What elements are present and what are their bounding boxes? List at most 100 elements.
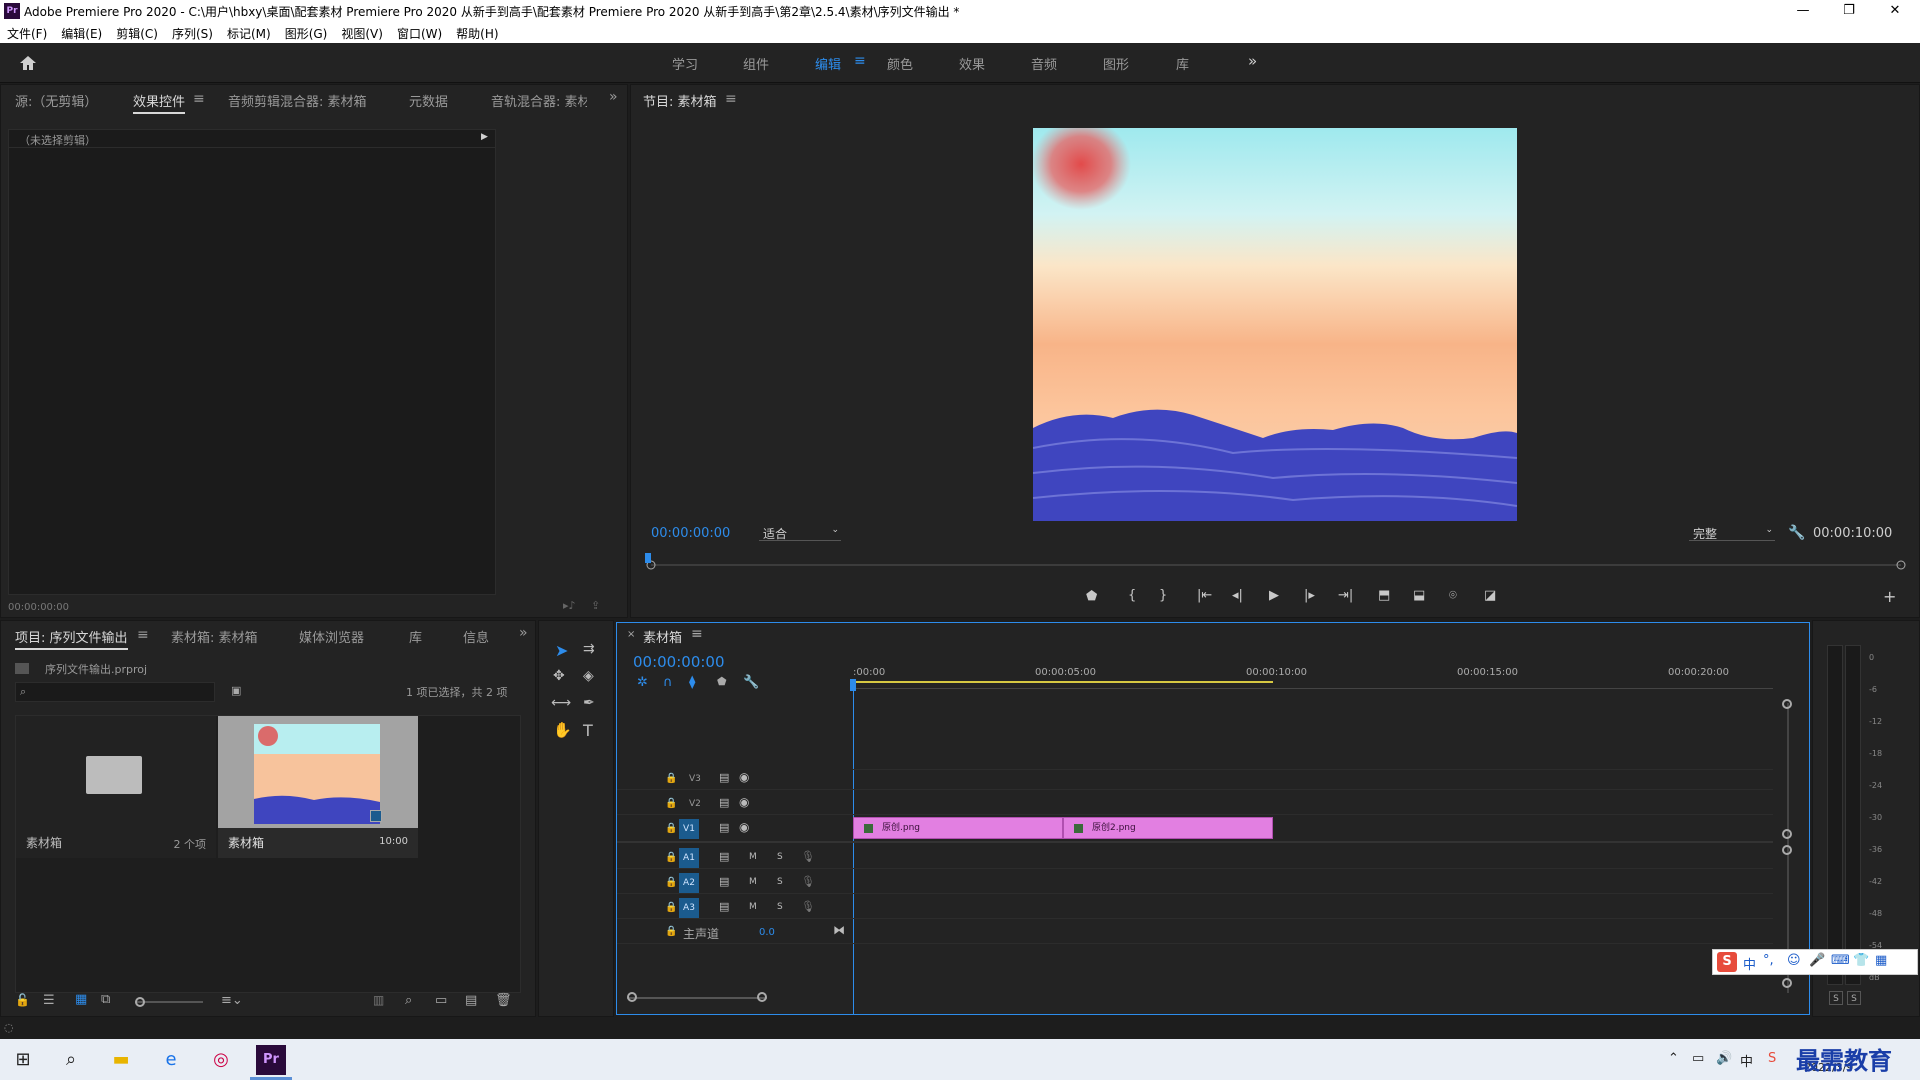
type-tool-icon[interactable]: T xyxy=(583,721,593,740)
workspace-libraries[interactable]: 库 xyxy=(1176,54,1189,73)
horizontal-scrollbar[interactable] xyxy=(627,997,767,999)
home-icon[interactable] xyxy=(18,53,38,73)
scrollbar-handle[interactable] xyxy=(757,992,767,1002)
filter-icon[interactable]: ▸♪ xyxy=(563,599,576,612)
timeline-timecode[interactable]: 00:00:00:00 xyxy=(633,653,725,671)
ripple-edit-tool-icon[interactable]: ✥ xyxy=(553,668,565,684)
new-bin-icon[interactable]: ▭ xyxy=(435,993,447,1008)
lock-icon[interactable]: 🔒 xyxy=(665,902,677,913)
menu-marker[interactable]: 标记(M) xyxy=(220,22,278,45)
workspace-effects[interactable]: 效果 xyxy=(959,54,985,73)
new-bin-from-search-icon[interactable]: ▣ xyxy=(231,684,241,697)
lock-icon[interactable]: 🔒 xyxy=(665,798,677,809)
ime-toolbox-icon[interactable]: ▦ xyxy=(1875,953,1887,968)
add-button-icon[interactable]: + xyxy=(1883,587,1896,606)
workspace-color[interactable]: 颜色 xyxy=(887,54,913,73)
step-back-icon[interactable]: ◂| xyxy=(1232,588,1243,603)
more-panels-icon[interactable]: » xyxy=(519,625,528,641)
ime-keyboard-icon[interactable]: ⌨ xyxy=(1831,953,1850,968)
menu-graphics[interactable]: 图形(G) xyxy=(278,22,335,45)
add-marker-icon[interactable]: ⬟ xyxy=(1086,589,1097,604)
new-item-icon[interactable]: ▤ xyxy=(465,993,477,1008)
ime-skin-icon[interactable]: 👕 xyxy=(1853,953,1869,968)
search-icon[interactable]: ⌕ xyxy=(56,1045,86,1075)
go-to-out-icon[interactable]: ⇥| xyxy=(1338,588,1353,603)
pen-tool-icon[interactable]: ✒ xyxy=(583,695,595,711)
automate-icon[interactable]: ▥ xyxy=(373,993,384,1007)
tab-info[interactable]: 信息 xyxy=(463,627,489,646)
input-method-icon[interactable]: 中 xyxy=(1740,1051,1753,1070)
track-target-a1[interactable]: A1 xyxy=(679,848,699,868)
tab-audio-track-mixer[interactable]: 音轨混合器: 素材 xyxy=(491,91,587,110)
step-forward-icon[interactable]: |▸ xyxy=(1304,588,1315,603)
tab-bin[interactable]: 素材箱: 素材箱 xyxy=(171,627,258,646)
more-workspaces-icon[interactable]: » xyxy=(1248,52,1257,70)
tab-audio-clip-mixer[interactable]: 音频剪辑混合器: 素材箱 xyxy=(228,91,367,110)
lock-icon[interactable]: 🔒 xyxy=(665,773,677,784)
export-frame-icon[interactable]: ⇪ xyxy=(591,599,600,612)
camera-icon[interactable]: ⌾ xyxy=(1449,588,1457,603)
solo-button[interactable]: S xyxy=(777,902,783,912)
sync-lock-icon[interactable]: ▤ xyxy=(719,771,729,784)
nest-icon[interactable]: ✲ xyxy=(637,675,648,690)
lock-icon[interactable]: 🔒 xyxy=(665,823,677,834)
volume-icon[interactable]: 🔊 xyxy=(1716,1051,1732,1066)
time-ruler[interactable] xyxy=(853,683,1773,689)
premiere-taskbar-icon[interactable]: Pr xyxy=(256,1045,286,1075)
microphone-icon[interactable]: 🎙 xyxy=(801,875,815,888)
lock-icon[interactable]: 🔓 xyxy=(15,993,30,1007)
eye-icon[interactable]: ◉ xyxy=(739,770,749,784)
scrollbar-handle[interactable] xyxy=(627,992,637,1002)
timeline-clip[interactable]: 原创.png xyxy=(853,817,1063,839)
wrench-icon[interactable]: 🔧 xyxy=(1788,525,1805,541)
master-volume-value[interactable]: 0.0 xyxy=(759,927,775,938)
icon-view-icon[interactable]: ▦ xyxy=(75,992,87,1007)
menu-edit[interactable]: 编辑(E) xyxy=(54,22,109,45)
workspace-editing[interactable]: 编辑 xyxy=(815,54,841,73)
tray-expand-icon[interactable]: ⌃ xyxy=(1668,1051,1679,1066)
sequence-item[interactable]: 素材箱 10:00 xyxy=(218,716,418,858)
find-icon[interactable]: ⌕ xyxy=(405,993,412,1008)
edge-browser-icon[interactable]: e xyxy=(156,1045,186,1075)
ime-language-toggle[interactable]: 中 xyxy=(1743,954,1756,973)
lock-icon[interactable]: 🔒 xyxy=(665,926,677,937)
scrollbar-handle[interactable] xyxy=(1782,699,1792,709)
sync-lock-icon[interactable]: ▤ xyxy=(719,900,729,913)
network-icon[interactable]: ▭ xyxy=(1692,1051,1704,1066)
project-menu-icon[interactable]: ≡ xyxy=(137,627,149,643)
expand-arrow-icon[interactable]: ▶ xyxy=(481,132,488,142)
minimize-icon[interactable]: — xyxy=(1780,0,1826,22)
tab-media-browser[interactable]: 媒体浏览器 xyxy=(299,627,364,646)
tab-source[interactable]: 源:（无剪辑） xyxy=(15,91,97,110)
solo-button[interactable]: S xyxy=(777,877,783,887)
workspace-graphics[interactable]: 图形 xyxy=(1103,54,1129,73)
program-scrubber[interactable] xyxy=(645,559,1907,571)
menu-window[interactable]: 窗口(W) xyxy=(390,22,449,45)
menu-sequence[interactable]: 序列(S) xyxy=(165,22,220,45)
quality-dropdown[interactable]: 完整 ⌄ xyxy=(1689,523,1775,541)
menu-clip[interactable]: 剪辑(C) xyxy=(109,22,165,45)
track-select-tool-icon[interactable]: ⇉ xyxy=(583,641,595,657)
workspace-assembly[interactable]: 组件 xyxy=(743,54,769,73)
play-icon[interactable]: ▶ xyxy=(1269,588,1279,603)
sogou-tray-icon[interactable]: S xyxy=(1768,1051,1776,1066)
mark-in-icon[interactable]: { xyxy=(1128,588,1136,603)
workspace-learn[interactable]: 学习 xyxy=(672,54,698,73)
sort-icon[interactable]: ≡⌄ xyxy=(221,993,243,1008)
trash-icon[interactable]: 🗑 xyxy=(495,993,512,1008)
app-icon[interactable]: ◎ xyxy=(206,1045,236,1075)
tab-menu-icon[interactable]: ≡ xyxy=(193,91,205,107)
lift-icon[interactable]: ⬒ xyxy=(1378,588,1390,603)
menu-file[interactable]: 文件(F) xyxy=(0,22,54,45)
ime-punctuation-icon[interactable]: °, xyxy=(1763,953,1774,968)
sync-lock-icon[interactable]: ▤ xyxy=(719,875,729,888)
solo-left-button[interactable]: S xyxy=(1829,991,1843,1005)
zoom-slider-handle[interactable] xyxy=(135,997,145,1007)
add-marker-icon[interactable]: ⬟ xyxy=(717,675,727,688)
mute-button[interactable]: M xyxy=(749,902,757,912)
track-target-a2[interactable]: A2 xyxy=(679,873,699,893)
freeform-view-icon[interactable]: ⧉ xyxy=(101,992,110,1007)
close-icon[interactable]: ✕ xyxy=(1872,0,1918,22)
sync-lock-icon[interactable]: ▤ xyxy=(719,850,729,863)
sogou-icon[interactable]: S xyxy=(1717,952,1737,972)
